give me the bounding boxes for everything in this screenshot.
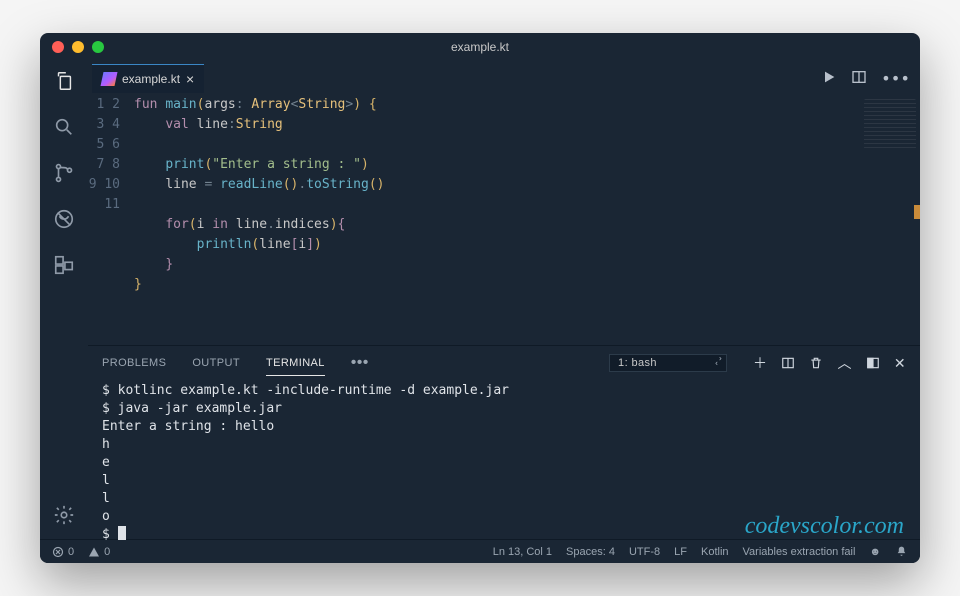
bottom-panel: PROBLEMS OUTPUT TERMINAL ••• 1: bash ＋	[88, 345, 920, 539]
kill-terminal-icon[interactable]	[809, 356, 823, 370]
status-language[interactable]: Kotlin	[701, 546, 729, 558]
search-icon[interactable]	[52, 115, 76, 139]
code-editor[interactable]: 1 2 3 4 5 6 7 8 9 10 11 fun main(args: A…	[88, 95, 920, 345]
panel-overflow-icon[interactable]: •••	[351, 354, 369, 372]
close-tab-icon[interactable]: ×	[186, 71, 194, 87]
status-message[interactable]: Variables extraction fail	[743, 546, 856, 558]
terminal-cursor	[118, 526, 126, 540]
status-errors[interactable]: 0	[52, 546, 74, 558]
minimap[interactable]	[864, 99, 916, 149]
content-column: example.kt × ••• 1 2 3 4 5 6 7 8 9 10 11…	[88, 61, 920, 539]
split-editor-icon[interactable]	[851, 69, 867, 88]
status-spaces[interactable]: Spaces: 4	[566, 546, 615, 558]
close-panel-icon[interactable]: ✕	[894, 355, 906, 372]
kotlin-file-icon	[101, 72, 118, 86]
panel-up-icon[interactable]: ︿	[837, 353, 851, 373]
code-area[interactable]: fun main(args: Array<String>) { val line…	[134, 95, 920, 345]
watermark-text: codevscolor.com	[745, 517, 904, 535]
git-icon[interactable]	[52, 161, 76, 185]
editor-actions: •••	[821, 69, 910, 88]
settings-gear-icon[interactable]	[52, 503, 76, 527]
extensions-icon[interactable]	[52, 253, 76, 277]
status-feedback-icon[interactable]: ☻	[869, 546, 881, 558]
new-terminal-icon[interactable]: ＋	[753, 353, 767, 373]
panel-actions: ＋ ︿ ✕	[753, 353, 906, 373]
output-tab[interactable]: OUTPUT	[192, 351, 240, 375]
terminal-selector[interactable]: 1: bash	[609, 354, 727, 372]
window-controls	[52, 41, 104, 53]
run-icon[interactable]	[821, 69, 837, 88]
status-encoding[interactable]: UTF-8	[629, 546, 660, 558]
editor-window: example.kt	[40, 33, 920, 563]
status-cursor[interactable]: Ln 13, Col 1	[493, 546, 552, 558]
line-gutter: 1 2 3 4 5 6 7 8 9 10 11	[88, 95, 134, 345]
file-tab[interactable]: example.kt ×	[92, 64, 204, 93]
status-bell-icon[interactable]	[895, 545, 908, 558]
window-titlebar: example.kt	[40, 33, 920, 61]
overview-ruler-marker	[914, 205, 920, 219]
zoom-window-button[interactable]	[92, 41, 104, 53]
activity-bar	[40, 61, 88, 539]
minimize-window-button[interactable]	[72, 41, 84, 53]
panel-tabs: PROBLEMS OUTPUT TERMINAL ••• 1: bash ＋	[88, 346, 920, 380]
window-title: example.kt	[451, 40, 509, 54]
terminal-tab[interactable]: TERMINAL	[266, 351, 325, 376]
status-eol[interactable]: LF	[674, 546, 687, 558]
explorer-icon[interactable]	[52, 69, 76, 93]
close-window-button[interactable]	[52, 41, 64, 53]
more-actions-icon[interactable]: •••	[881, 69, 910, 88]
debug-icon[interactable]	[52, 207, 76, 231]
main-area: example.kt × ••• 1 2 3 4 5 6 7 8 9 10 11…	[40, 61, 920, 539]
problems-tab[interactable]: PROBLEMS	[102, 351, 166, 375]
editor-tabs: example.kt × •••	[88, 61, 920, 95]
maximize-panel-icon[interactable]	[866, 356, 880, 370]
terminal-output[interactable]: $ kotlinc example.kt -include-runtime -d…	[88, 380, 920, 539]
split-terminal-icon[interactable]	[781, 356, 795, 370]
file-tab-label: example.kt	[122, 72, 180, 86]
